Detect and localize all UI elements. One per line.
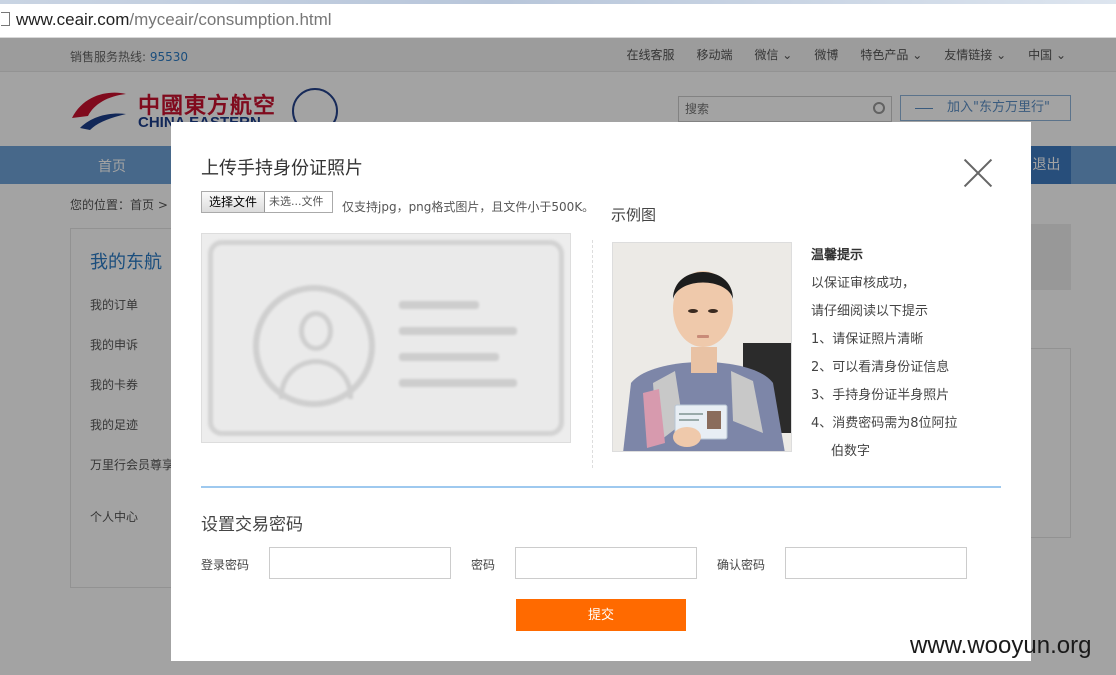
login-password-label: 登录密码 <box>201 558 250 572</box>
watermark: www.wooyun.org <box>910 632 1092 659</box>
url-text[interactable]: www.ceair.com/myceair/consumption.html <box>16 10 332 30</box>
modal-title: 上传手持身份证照片 <box>201 158 363 179</box>
vertical-divider <box>592 240 593 468</box>
url-path: /myceair/consumption.html <box>129 10 332 29</box>
login-password-input[interactable] <box>269 547 451 579</box>
choose-file-button[interactable]: 选择文件 <box>202 192 266 212</box>
tip-line: 3、手持身份证半身照片 <box>811 388 950 403</box>
id-photo-placeholder <box>201 233 571 443</box>
tip-line-continued: 伯数字 <box>831 444 871 459</box>
text-line <box>399 327 517 335</box>
example-label: 示例图 <box>611 206 657 224</box>
avatar-head <box>299 311 333 351</box>
section-divider <box>201 486 1001 488</box>
text-line <box>399 379 517 387</box>
browser-tab-strip <box>0 0 1116 4</box>
tip-line: 请仔细阅读以下提示 <box>811 304 929 319</box>
tip-line: 4、消费密码需为8位阿拉 <box>811 416 958 431</box>
submit-button[interactable]: 提交 <box>516 599 686 631</box>
browser-address-bar[interactable]: www.ceair.com/myceair/consumption.html <box>0 0 1116 38</box>
text-line <box>399 301 479 309</box>
set-password-title: 设置交易密码 <box>201 515 303 535</box>
tip-line: 以保证审核成功， <box>811 276 916 291</box>
password-input[interactable] <box>515 547 697 579</box>
person-holding-id-illustration <box>613 243 791 451</box>
tip-line: 2、可以看清身份证信息 <box>811 360 950 375</box>
upload-id-modal: 上传手持身份证照片 选择文件 未选...文件 仅支持jpg，png格式图片，且文… <box>171 122 1031 661</box>
file-status: 未选...文件 <box>269 195 324 208</box>
tip-line: 1、请保证照片清晰 <box>811 332 924 347</box>
confirm-password-label: 确认密码 <box>717 558 766 572</box>
password-label: 密码 <box>471 558 496 572</box>
file-hint: 仅支持jpg，png格式图片，且文件小于500K。 <box>342 200 595 214</box>
text-line <box>399 353 499 361</box>
example-photo <box>612 242 792 452</box>
tips-title: 温馨提示 <box>811 248 864 263</box>
confirm-password-input[interactable] <box>785 547 967 579</box>
tips-panel: 温馨提示 以保证审核成功， 请仔细阅读以下提示 1、请保证照片清晰 2、可以看清… <box>811 242 1011 466</box>
close-icon[interactable] <box>963 158 993 188</box>
id-card-placeholder-icon <box>208 240 564 436</box>
url-host: www.ceair.com <box>16 10 130 29</box>
page-icon <box>1 12 10 26</box>
file-upload-input[interactable]: 选择文件 未选...文件 <box>201 191 333 213</box>
